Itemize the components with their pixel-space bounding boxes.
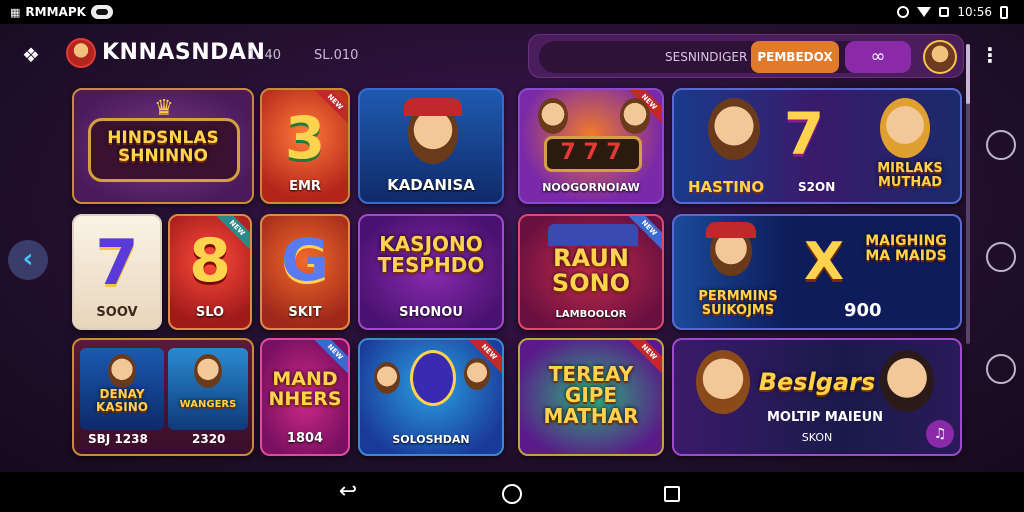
game-tile-12[interactable]: DENAY KASINO WANGERS SBJ 1238 2320 [72,338,254,456]
game-tile-6[interactable]: 7 SOOV [72,214,162,330]
more-vert-icon[interactable]: ⋮ [980,42,1000,68]
tile-label: EMR [289,179,321,194]
tile-reels: 7 7 7 [560,140,622,165]
game-tile-14[interactable]: NEW SOLOSHDAN [358,338,504,456]
play-icon[interactable]: ♫ [926,420,954,448]
dnd-icon [897,6,910,18]
status-app-name: RMMAPK [25,5,86,19]
game-tile-15[interactable]: NEW TEREAY GIPE MATHAR [518,338,664,456]
tile-label: SBJ 1238 [88,432,148,446]
tile-label: SOOV [96,305,138,320]
tile-number: 3 [284,104,326,172]
app-screen: ❖ KNNASNDAN 1. 40 SL.010 SESNINDIGER PEM… [0,24,1024,472]
message-pill-icon [90,5,113,19]
tile-label: KADANISA [387,176,475,194]
tile-title: KASJONO TESPHDO [377,232,485,277]
tile-number: 8 [189,226,231,296]
game-tile-10[interactable]: NEW RAUN SONO LAMBOOLOR [518,214,664,330]
game-tile-9[interactable]: KASJONO TESPHDO SHONOU [358,214,504,330]
header-stat-2: SL.010 [314,48,359,63]
notification-icon: ▦ [10,5,21,19]
chevron-left-icon[interactable]: ‹ [8,240,48,280]
status-time: 10:56 [957,5,992,19]
tile-label-2: 2320 [192,432,226,446]
tile-title-2: MAIGHING MA MAIDS [865,233,947,264]
recent-apps-icon[interactable] [664,486,680,502]
search-bar: SESNINDIGER PEMBEDOX ∞ [528,34,964,78]
tile-title: TEREAY GIPE MATHAR [543,362,639,428]
tile-number: 7 [783,100,825,168]
status-bar: ▦ RMMAPK 10:56 [0,0,1024,24]
tile-label: SKIT [288,305,322,320]
tile-label: 1804 [286,431,324,446]
tile-title: MAND NHERS [268,368,342,410]
tile-number: G [281,226,329,294]
tile-label: SLO [195,305,225,320]
tile-label-mid: S2ON [798,180,836,194]
tile-title: MIRLAKS MUTHAD [877,161,943,190]
home-icon[interactable] [502,484,522,504]
link-icon[interactable]: ∞ [845,41,911,73]
tile-label: SOLOSHDAN [392,433,470,446]
tile-label: SKON [801,431,833,444]
tile-title: HINDSNLAS SHNINNO [107,128,219,166]
user-avatar[interactable] [923,40,957,74]
search-icon[interactable] [986,242,1016,272]
tile-label: SHONOU [399,305,463,320]
app-title: KNNASNDAN [102,40,266,65]
tile-title: DENAY KASINO [96,387,148,414]
profile-icon[interactable] [986,354,1016,384]
battery-icon [1000,5,1008,19]
chat-icon[interactable] [986,130,1016,160]
tile-label: LAMBOOLOR [555,309,627,320]
tile-label: NOOGORNOIAW [542,181,640,194]
back-icon[interactable]: ↩ [336,481,360,503]
promo-button[interactable]: PEMBEDOX [751,41,839,73]
game-tile-5[interactable]: 7 HASTINO S2ON MIRLAKS MUTHAD [672,88,962,204]
tile-title: PERMMINS SUIKOJMS [698,289,778,318]
game-tile-3[interactable]: KADANISA [358,88,504,204]
tile-title: Beslgars [758,368,876,396]
tile-number: 7 [95,226,139,299]
game-tile-1[interactable]: ♛ HINDSNLAS SHNINNO [72,88,254,204]
signal-icon [939,7,950,17]
logo-icon[interactable]: ❖ [18,42,44,68]
game-tile-2[interactable]: NEW 3 EMR [260,88,350,204]
header-avatar[interactable] [66,38,96,68]
game-tile-11[interactable]: PERMMINS SUIKOJMS X MAIGHING MA MAIDS 90… [672,214,962,330]
game-tile-8[interactable]: G SKIT [260,214,350,330]
tile-title: RAUN SONO [551,244,631,298]
game-tile-7[interactable]: NEW 8 SLO [168,214,252,330]
wifi-icon [917,7,932,17]
scrollbar-thumb[interactable] [966,44,970,104]
tile-title-2: WANGERS [179,399,237,410]
game-tile-4[interactable]: NEW 7 7 7 NOOGORNOIAW [518,88,664,204]
system-nav-bar: ↩ [0,472,1024,512]
tile-title-2: MOLTIP MAIEUN [766,410,884,425]
game-tile-16[interactable]: Beslgars MOLTIP MAIEUN SKON ♫ [672,338,962,456]
tile-label: 900 [844,300,882,321]
header-stat-1: 1. 40 [248,48,282,63]
tile-symbol: X [803,232,845,292]
game-tile-13[interactable]: NEW MAND NHERS 1804 [260,338,350,456]
header: ❖ KNNASNDAN 1. 40 SL.010 SESNINDIGER PEM… [0,24,1024,86]
tile-label-left: HASTINO [688,178,765,196]
